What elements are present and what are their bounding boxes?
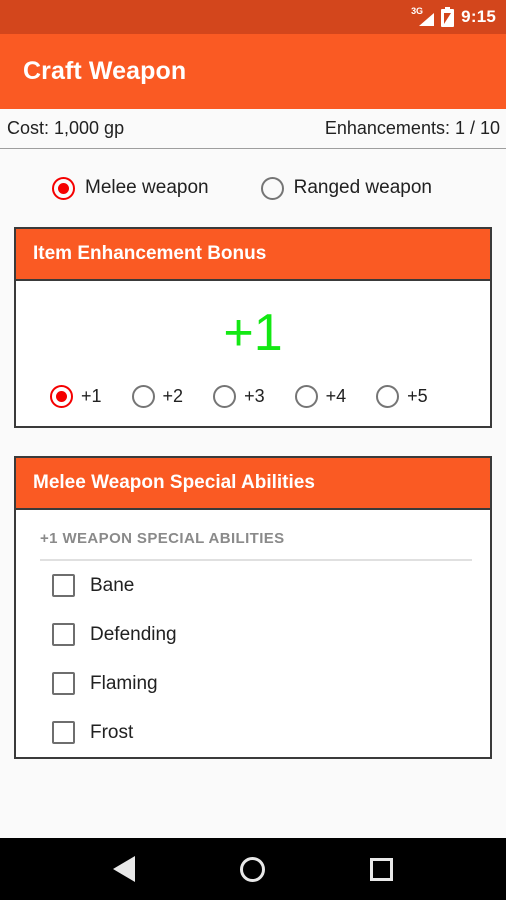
status-bar-clock: 9:15 [461, 7, 496, 26]
checkbox-item-bane[interactable]: Bane [16, 561, 490, 610]
special-abilities-section-label: +1 WEAPON SPECIAL ABILITIES [40, 530, 285, 547]
radio-bonus-plus1[interactable]: +1 [50, 385, 102, 408]
status-bar: 3G 9:15 [0, 0, 506, 34]
radio-bonus-plus5-icon[interactable] [376, 385, 400, 408]
android-navigation-bar [0, 838, 506, 900]
radio-bonus-plus5[interactable]: +5 [376, 385, 428, 408]
enhancement-bonus-card-title: Item Enhancement Bonus [33, 243, 267, 264]
checkbox-flaming-icon[interactable] [52, 672, 75, 695]
battery-bolt-shape [444, 13, 452, 24]
enhancement-bonus-radio-group: +1 +2 +3 +4 +5 [16, 385, 490, 426]
checkbox-item-defending[interactable]: Defending [16, 610, 490, 659]
checkbox-frost-label: Frost [90, 721, 134, 743]
radio-melee-weapon[interactable]: Melee weapon [52, 176, 209, 200]
recents-icon[interactable] [370, 857, 394, 881]
radio-ranged-weapon-label: Ranged weapon [293, 177, 432, 198]
enhancements-count: Enhancements: 1 / 10 [324, 118, 500, 138]
radio-melee-weapon-icon[interactable] [52, 176, 75, 200]
radio-bonus-plus4[interactable]: +4 [294, 385, 347, 408]
enhancement-bonus-card: Item Enhancement Bonus +1 +1 +2 +3 +4 +5 [14, 227, 492, 428]
radio-bonus-plus2-icon[interactable] [131, 385, 155, 408]
radio-bonus-plus1-icon[interactable] [50, 385, 73, 408]
checkbox-bane-icon[interactable] [52, 574, 75, 597]
cost-summary-bar: Cost: 1,000 gp Enhancements: 1 / 10 [0, 109, 506, 149]
checkbox-frost-icon[interactable] [52, 721, 75, 744]
signal-3g-icon: 3G [411, 6, 435, 27]
app-bar: Craft Weapon [0, 34, 506, 109]
radio-melee-weapon-label: Melee weapon [85, 177, 209, 198]
checkbox-item-frost[interactable]: Frost [16, 708, 490, 757]
special-abilities-card-header: Melee Weapon Special Abilities [16, 458, 490, 510]
enhancement-bonus-value: +1 [223, 304, 283, 362]
back-icon[interactable] [112, 856, 135, 882]
checkbox-defending-label: Defending [90, 623, 177, 645]
special-abilities-list: +1 WEAPON SPECIAL ABILITIES Bane Defendi… [16, 510, 490, 757]
radio-bonus-plus4-icon[interactable] [294, 385, 318, 408]
radio-bonus-plus4-label: +4 [325, 386, 347, 406]
checkbox-flaming-label: Flaming [90, 672, 158, 694]
enhancement-bonus-card-header: Item Enhancement Bonus [16, 229, 490, 281]
battery-charging-icon [441, 7, 455, 27]
checkbox-bane-label: Bane [90, 574, 135, 596]
cost-value: Cost: 1,000 gp [7, 118, 125, 138]
radio-bonus-plus3-icon[interactable] [213, 385, 237, 408]
radio-bonus-plus2-label: +2 [162, 386, 184, 406]
radio-ranged-weapon-icon[interactable] [260, 176, 284, 200]
radio-bonus-plus3[interactable]: +3 [213, 385, 265, 408]
home-icon[interactable] [239, 856, 265, 882]
radio-bonus-plus5-label: +5 [407, 386, 428, 406]
signal-bars-shape [419, 13, 435, 26]
special-abilities-card-title: Melee Weapon Special Abilities [33, 472, 315, 493]
scroll-content[interactable]: Melee weapon Ranged weapon Item Enhancem… [0, 149, 506, 838]
enhancement-bonus-value-display: +1 [16, 281, 490, 385]
checkbox-defending-icon[interactable] [52, 623, 75, 646]
special-abilities-card: Melee Weapon Special Abilities +1 WEAPON… [14, 456, 492, 759]
radio-bonus-plus1-label: +1 [81, 386, 102, 406]
radio-bonus-plus3-label: +3 [244, 386, 265, 406]
page-title: Craft Weapon [23, 57, 187, 85]
checkbox-item-flaming[interactable]: Flaming [16, 659, 490, 708]
radio-ranged-weapon[interactable]: Ranged weapon [260, 176, 432, 200]
weapon-type-radio-group: Melee weapon Ranged weapon [0, 149, 506, 227]
radio-bonus-plus2[interactable]: +2 [131, 385, 184, 408]
